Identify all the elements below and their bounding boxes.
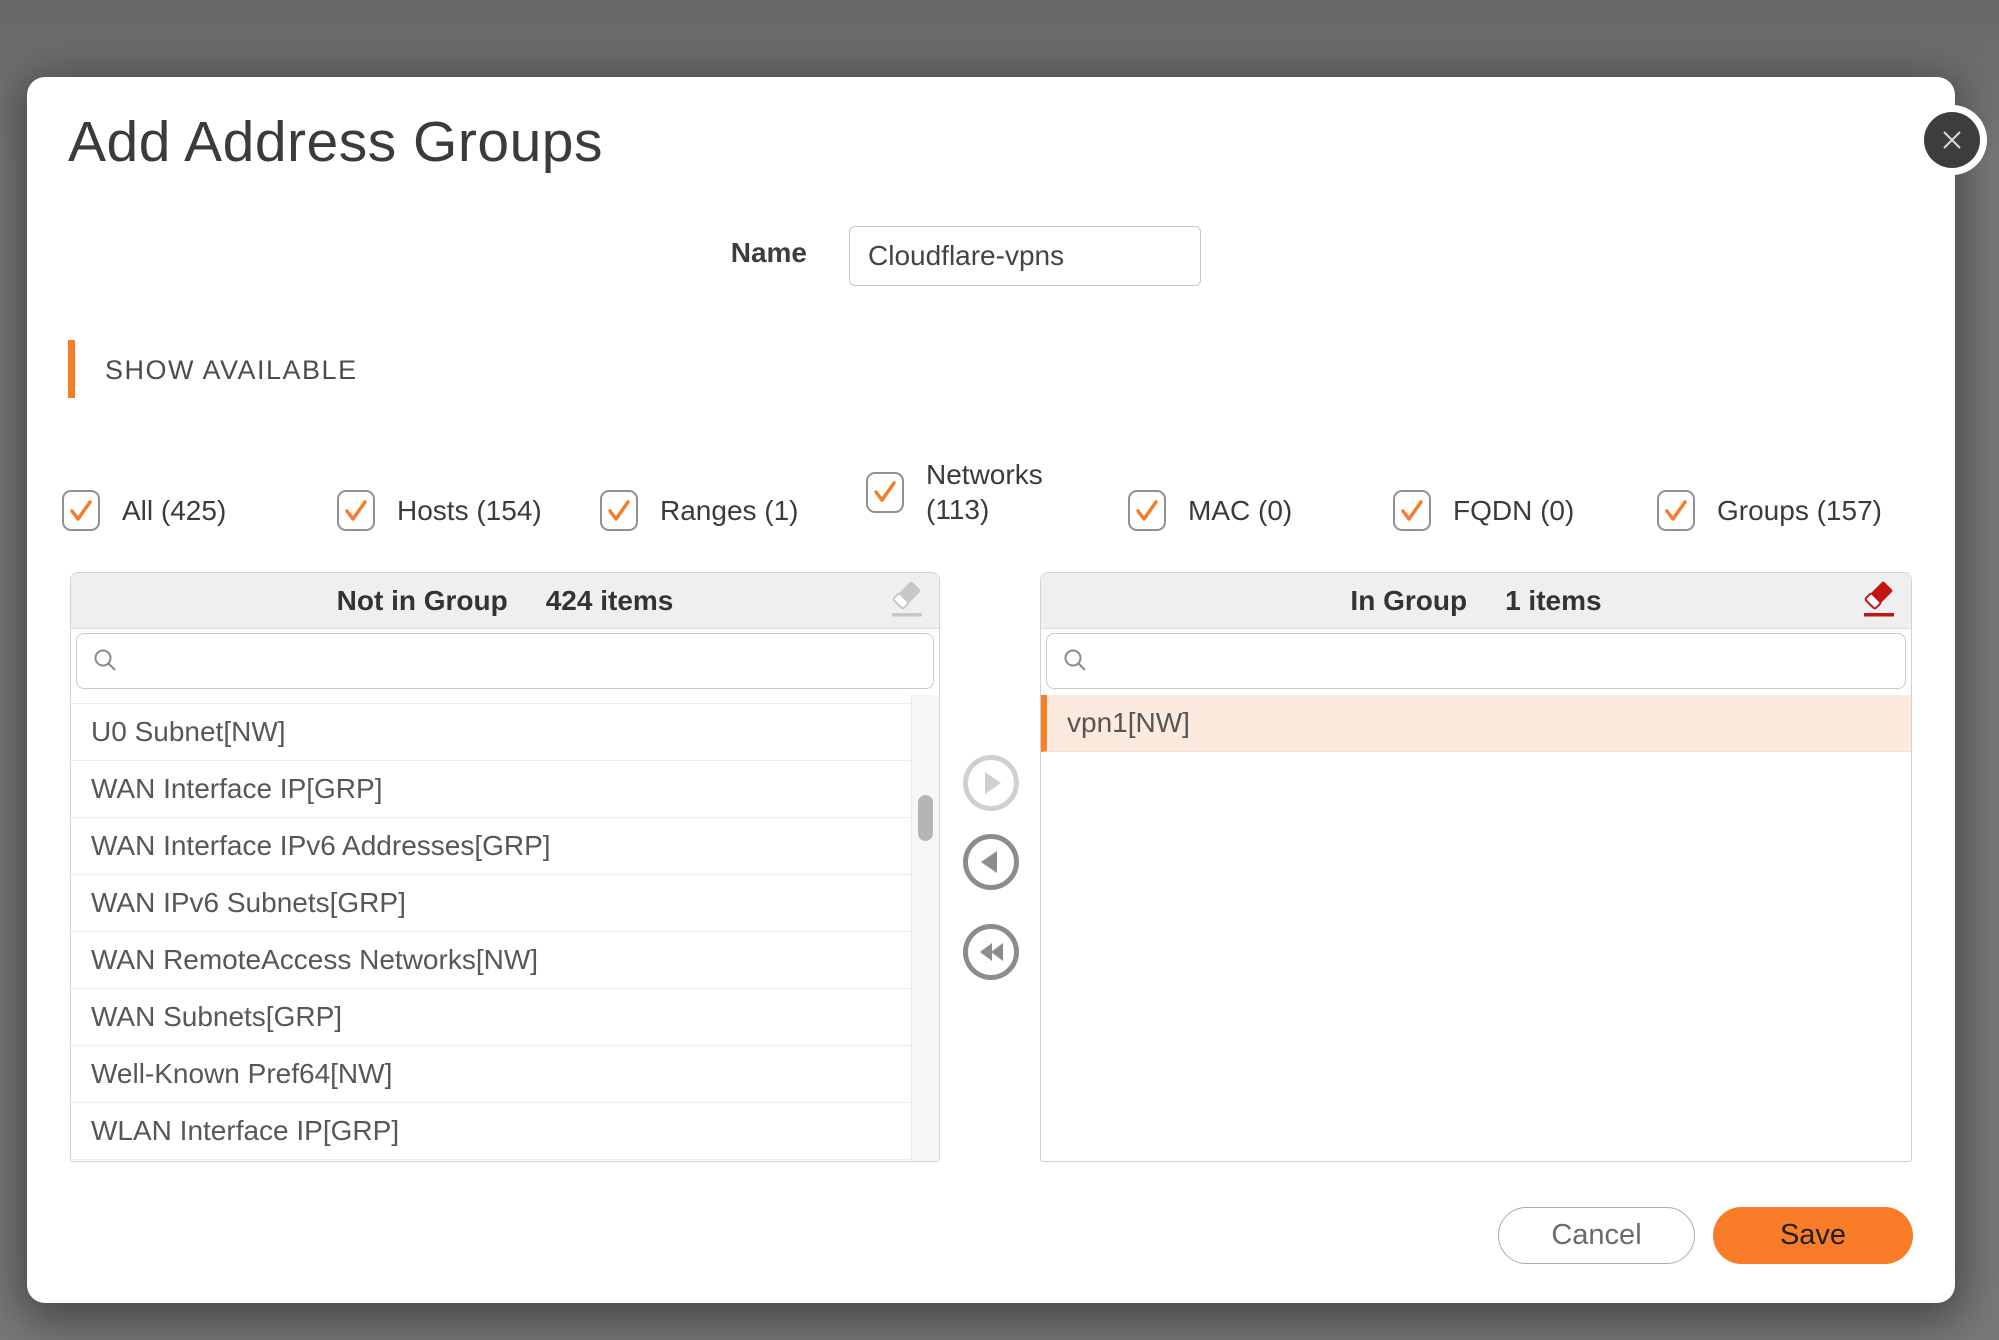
remove-from-group-button[interactable] xyxy=(963,834,1019,890)
cancel-button[interactable]: Cancel xyxy=(1498,1207,1695,1264)
filter-checkbox-mac[interactable] xyxy=(1128,490,1166,531)
list-item[interactable]: WAN IPv6 Subnets[GRP] xyxy=(71,875,939,932)
dialog-title: Add Address Groups xyxy=(68,110,603,174)
check-icon xyxy=(874,481,896,502)
filter-label: Networks (113) xyxy=(926,459,1043,525)
arrow-right-circle-icon xyxy=(985,772,1001,794)
eraser-icon xyxy=(1864,581,1894,617)
in-group-search-input[interactable] xyxy=(1046,633,1906,689)
name-label: Name xyxy=(730,237,807,268)
check-icon xyxy=(345,499,367,521)
section-accent-bar xyxy=(68,340,75,398)
filter-label: All (425) xyxy=(122,495,227,526)
list-item[interactable]: WAN Interface IPv6 Addresses[GRP] xyxy=(71,818,939,875)
in-group-list: vpn1[NW] xyxy=(1041,695,1911,1161)
name-input[interactable] xyxy=(849,226,1201,286)
close-button[interactable] xyxy=(1924,112,1980,168)
filter-checkbox-networks[interactable] xyxy=(866,471,904,513)
modal-backdrop: Add Address Groups Name SHOW AVAILABLE A… xyxy=(0,0,1999,1340)
search-icon xyxy=(94,649,116,671)
list-item[interactable]: WLAN Interface IP[GRP] xyxy=(71,1103,939,1160)
close-icon xyxy=(1943,131,1961,149)
check-icon xyxy=(70,499,92,521)
check-icon xyxy=(1401,499,1423,521)
list-item[interactable]: Well-Known Pref64[NW] xyxy=(71,1046,939,1103)
filter-fqdn[interactable]: FQDN (0) xyxy=(1393,490,1574,531)
save-button[interactable]: Save xyxy=(1713,1207,1913,1264)
in-group-title: In Group xyxy=(1350,584,1468,616)
arrow-left-circle-icon xyxy=(981,851,997,873)
not-in-group-panel: Not in Group 424 items U0 Subnet[NW] WAN… xyxy=(70,572,940,1162)
eraser-icon xyxy=(892,581,922,617)
not-in-group-title: Not in Group xyxy=(336,584,508,616)
not-in-group-list: U0 Subnet[NW] WAN Interface IP[GRP] WAN … xyxy=(71,695,939,1161)
list-item-selected[interactable]: vpn1[NW] xyxy=(1041,695,1911,752)
filter-all[interactable]: All (425) xyxy=(62,490,226,531)
list-item[interactable]: WAN Subnets[GRP] xyxy=(71,989,939,1046)
section-title: SHOW AVAILABLE xyxy=(105,355,358,385)
move-to-group-button[interactable] xyxy=(963,755,1019,811)
remove-all-from-group-button[interactable] xyxy=(963,924,1019,980)
scrollbar-track[interactable] xyxy=(911,695,939,1161)
filter-checkbox-fqdn[interactable] xyxy=(1393,490,1431,531)
filter-label: Ranges (1) xyxy=(660,495,799,526)
list-item-partial xyxy=(71,695,939,704)
filter-groups[interactable]: Groups (157) xyxy=(1657,490,1882,531)
add-address-groups-dialog: Add Address Groups Name SHOW AVAILABLE A… xyxy=(27,77,1980,1303)
filter-ranges[interactable]: Ranges (1) xyxy=(600,490,799,531)
not-in-group-header: Not in Group 424 items xyxy=(71,573,939,629)
filter-checkbox-ranges[interactable] xyxy=(600,490,638,531)
not-in-group-search-input[interactable] xyxy=(76,633,934,689)
filter-checkbox-groups[interactable] xyxy=(1657,490,1695,531)
list-item[interactable]: WAN Interface IP[GRP] xyxy=(71,761,939,818)
filter-networks[interactable]: Networks (113) xyxy=(866,457,1050,527)
filter-label: MAC (0) xyxy=(1188,495,1293,526)
check-icon xyxy=(608,499,630,521)
filter-label: FQDN (0) xyxy=(1453,495,1575,526)
in-group-header: In Group 1 items xyxy=(1041,573,1911,629)
list-item[interactable]: WAN RemoteAccess Networks[NW] xyxy=(71,932,939,989)
filter-label: Hosts (154) xyxy=(397,495,542,526)
double-arrow-left-circle-icon xyxy=(980,943,1003,961)
in-group-count: 1 items xyxy=(1505,584,1602,616)
filter-label: Groups (157) xyxy=(1717,495,1882,526)
check-icon xyxy=(1665,499,1687,521)
not-in-group-count: 424 items xyxy=(545,584,674,616)
clear-not-in-group-button[interactable] xyxy=(889,581,925,621)
list-item[interactable]: U0 Subnet[NW] xyxy=(71,704,939,761)
filter-checkbox-hosts[interactable] xyxy=(337,490,375,531)
search-icon xyxy=(1064,649,1086,671)
clear-in-group-button[interactable] xyxy=(1861,581,1897,621)
filter-mac[interactable]: MAC (0) xyxy=(1128,490,1292,531)
scrollbar-thumb[interactable] xyxy=(918,795,933,841)
check-icon xyxy=(1136,499,1158,521)
filter-hosts[interactable]: Hosts (154) xyxy=(337,490,542,531)
filter-checkbox-all[interactable] xyxy=(62,490,100,531)
in-group-panel: In Group 1 items vpn1[NW] xyxy=(1040,572,1912,1162)
